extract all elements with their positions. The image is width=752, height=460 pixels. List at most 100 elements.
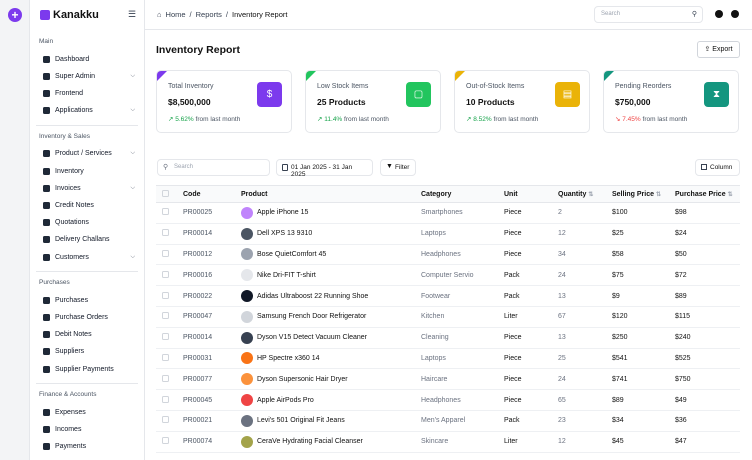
global-search-input[interactable]: Search ⚲ (594, 6, 703, 23)
select-all-checkbox[interactable] (162, 189, 169, 197)
chevron-down-icon[interactable]: ⌵ (130, 185, 135, 192)
sidebar-item-applications[interactable]: Applications ⌵ (43, 104, 135, 118)
sidebar-item-product-services[interactable]: Product / Services ⌵ (43, 147, 135, 161)
table-row[interactable]: PR00031 HP Spectre x360 14 Laptops Piece 25 $… (156, 348, 740, 370)
table-row[interactable]: PR00022 Adidas Ultraboost 22 Running Shoe… (156, 285, 740, 307)
row-checkbox[interactable] (162, 291, 169, 299)
table-row[interactable]: PR00047 Samsung French Door Refrigerator K… (156, 306, 740, 328)
date-range-picker[interactable]: 01 Jan 2025 - 31 Jan 2025 (276, 159, 373, 178)
cell-product[interactable]: Apple iPhone 15 (257, 209, 308, 216)
row-checkbox[interactable] (162, 333, 169, 341)
row-checkbox[interactable] (162, 437, 169, 445)
column-button[interactable]: Column (695, 159, 740, 176)
sort-icon[interactable]: ⇅ (588, 192, 593, 198)
product-thumbnail (241, 248, 253, 261)
breadcrumb-reports[interactable]: Reports (196, 10, 222, 19)
col-code: Code (183, 185, 241, 203)
row-checkbox[interactable] (162, 416, 169, 424)
row-checkbox[interactable] (162, 353, 169, 361)
table-row[interactable]: PR00074 CeraVe Hydrating Facial Cleanser S… (156, 431, 740, 453)
sidebar-item-inventory[interactable]: Inventory (43, 164, 135, 178)
sidebar-item-debit-notes[interactable]: Debit Notes (43, 328, 135, 342)
chevron-down-icon[interactable]: ⌵ (130, 73, 135, 80)
sidebar-item-dashboard[interactable]: Dashboard (43, 52, 135, 66)
row-checkbox[interactable] (162, 312, 169, 320)
cell-product[interactable]: Dyson V15 Detect Vacuum Cleaner (257, 334, 367, 341)
cell-product[interactable]: Adidas Ultraboost 22 Running Shoe (257, 293, 368, 300)
notification-icon[interactable] (715, 10, 723, 18)
row-checkbox[interactable] (162, 249, 169, 257)
sidebar-item-invoices[interactable]: Invoices ⌵ (43, 181, 135, 195)
chevron-down-icon[interactable]: ⌵ (130, 150, 135, 157)
filter-button[interactable]: ▼ Filter (380, 159, 416, 176)
cell-product[interactable]: Nike Dri-FIT T-shirt (257, 272, 316, 279)
cell-quantity: 34 (558, 244, 612, 266)
breadcrumb-home[interactable]: Home (166, 10, 186, 19)
export-button[interactable]: ⇪ Export (697, 41, 740, 58)
sidebar-item-incomes[interactable]: Incomes (43, 422, 135, 436)
sort-icon[interactable]: ⇅ (656, 192, 661, 198)
product-thumbnail (241, 331, 253, 344)
inventory-table: Code Product Category Unit Quantity ⇅ Sel… (156, 185, 740, 453)
sidebar-item-delivery-challans[interactable]: Delivery Challans (43, 233, 135, 247)
home-icon[interactable]: ⌂ (157, 10, 162, 19)
settings-icon[interactable] (731, 10, 739, 18)
chevron-down-icon[interactable]: ⌵ (130, 107, 135, 114)
row-checkbox[interactable] (162, 208, 169, 216)
cell-product[interactable]: CeraVe Hydrating Facial Cleanser (257, 438, 363, 445)
col-quantity[interactable]: Quantity ⇅ (558, 185, 612, 203)
sort-icon[interactable]: ⇅ (728, 192, 733, 198)
row-checkbox[interactable] (162, 229, 169, 237)
cell-product[interactable]: Samsung French Door Refrigerator (257, 313, 366, 320)
chevron-down-icon[interactable]: ⌵ (130, 254, 135, 261)
table-row[interactable]: PR00045 Apple AirPods Pro Headphones Piece 6… (156, 389, 740, 411)
hourglass-icon: ⧗ (704, 82, 729, 107)
table-row[interactable]: PR00021 Levi's 501 Original Fit Jeans Men'… (156, 410, 740, 432)
table-row[interactable]: PR00025 Apple iPhone 15 Smartphones Piece 2 $… (156, 202, 740, 224)
cell-product[interactable]: HP Spectre x360 14 (257, 355, 320, 362)
sidebar-item-expenses[interactable]: Expenses (43, 405, 135, 419)
sidebar-item-customers[interactable]: Customers ⌵ (43, 250, 135, 264)
sidebar-item-quotations[interactable]: Quotations (43, 216, 135, 230)
trend-up-icon: ↗ (317, 116, 323, 123)
menu-item-icon (43, 313, 50, 321)
cell-product[interactable]: Dell XPS 13 9310 (257, 230, 312, 237)
topbar: ⌂ Home / Reports / Inventory Report Sear… (145, 0, 752, 30)
table-row[interactable]: PR00012 Bose QuietComfort 45 Headphones Pie… (156, 244, 740, 266)
sidebar-item-credit-notes[interactable]: Credit Notes (43, 198, 135, 212)
cell-product[interactable]: Levi's 501 Original Fit Jeans (257, 417, 345, 424)
brand-logo[interactable]: Kanakku (40, 8, 99, 22)
sidebar-item-label: Expenses (55, 408, 86, 416)
row-checkbox[interactable] (162, 374, 169, 382)
col-selling-price[interactable]: Selling Price ⇅ (612, 185, 675, 203)
row-checkbox[interactable] (162, 395, 169, 403)
sidebar-item-suppliers[interactable]: Suppliers (43, 345, 135, 359)
table-search-input[interactable]: ⚲ Search (157, 159, 270, 176)
cell-code: PR00016 (183, 264, 241, 287)
add-icon[interactable]: + (8, 8, 22, 22)
search-icon: ⚲ (691, 11, 697, 18)
table-row[interactable]: PR00077 Dyson Supersonic Hair Dryer Hairca… (156, 368, 740, 391)
cell-purchase-price: $240 (675, 327, 740, 349)
sidebar-item-frontend[interactable]: Frontend (43, 86, 135, 100)
sidebar-item-purchase-orders[interactable]: Purchase Orders (43, 310, 135, 324)
sidebar-item-label: Payments (55, 443, 87, 451)
sidebar-item-supplier-payments[interactable]: Supplier Payments (43, 362, 135, 376)
sidebar-item-label: Dashboard (55, 55, 90, 63)
breadcrumb: ⌂ Home / Reports / Inventory Report (157, 10, 288, 19)
row-checkbox[interactable] (162, 270, 169, 278)
table-row[interactable]: PR00014 Dyson V15 Detect Vacuum Cleaner Cl… (156, 327, 740, 349)
col-purchase-price[interactable]: Purchase Price ⇅ (675, 185, 740, 203)
sidebar-item-label: Quotations (55, 219, 89, 227)
table-row[interactable]: PR00016 Nike Dri-FIT T-shirt Computer Serv… (156, 264, 740, 287)
table-row[interactable]: PR00014 Dell XPS 13 9310 Laptops Piece 12 $25… (156, 223, 740, 245)
menu-toggle-icon[interactable]: ☰ (128, 9, 136, 20)
cell-product[interactable]: Dyson Supersonic Hair Dryer (257, 376, 348, 383)
sidebar-item-payments[interactable]: Payments (43, 440, 135, 454)
card-label: Pending Reorders (615, 83, 672, 90)
sidebar-item-label: Incomes (55, 425, 82, 433)
cell-product[interactable]: Apple AirPods Pro (257, 397, 314, 404)
sidebar-item-purchases[interactable]: Purchases (43, 293, 135, 307)
cell-product[interactable]: Bose QuietComfort 45 (257, 251, 326, 258)
sidebar-item-super-admin[interactable]: Super Admin ⌵ (43, 69, 135, 83)
